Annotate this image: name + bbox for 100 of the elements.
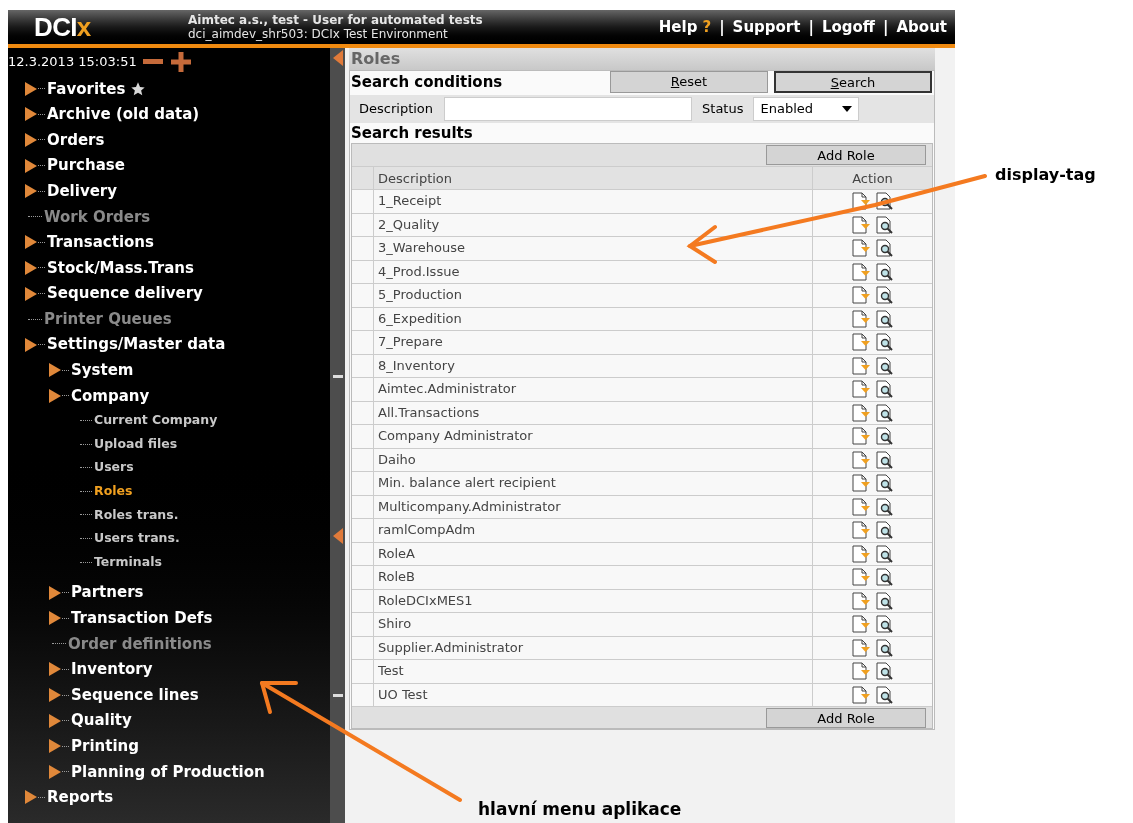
nav-link[interactable]: Support	[732, 15, 801, 39]
view-document-icon[interactable]	[874, 685, 895, 704]
view-document-icon[interactable]	[874, 333, 895, 352]
search-button[interactable]: Search	[774, 71, 932, 93]
minus-icon[interactable]	[142, 58, 163, 66]
edit-document-icon[interactable]	[850, 286, 871, 305]
edit-document-icon[interactable]	[850, 685, 871, 704]
view-document-icon[interactable]	[874, 192, 895, 211]
expand-arrow-icon[interactable]	[24, 789, 38, 806]
expand-arrow-icon[interactable]	[24, 183, 38, 200]
menu-item[interactable]: Partners	[71, 581, 144, 604]
view-document-icon[interactable]	[874, 380, 895, 399]
menu-item[interactable]: Stock/Mass.Trans	[47, 256, 194, 280]
menu-item[interactable]: Company	[71, 384, 150, 408]
view-document-icon[interactable]	[874, 497, 895, 516]
view-document-icon[interactable]	[874, 427, 895, 446]
menu-item[interactable]: Delivery	[47, 179, 118, 203]
menu-item[interactable]: Settings/Master data	[47, 333, 226, 356]
reset-button[interactable]: Reset	[610, 71, 768, 93]
menu-item[interactable]: Reports	[47, 786, 114, 809]
menu-item[interactable]: Users	[94, 458, 134, 478]
expand-arrow-icon[interactable]	[24, 132, 38, 148]
view-document-icon[interactable]	[874, 262, 895, 281]
edit-document-icon[interactable]	[850, 380, 871, 399]
edit-document-icon[interactable]	[850, 333, 871, 352]
menu-item[interactable]: Sequence lines	[71, 683, 199, 707]
expand-arrow-icon[interactable]	[48, 763, 62, 780]
view-document-icon[interactable]	[874, 356, 895, 375]
edit-document-icon[interactable]	[850, 474, 871, 493]
view-document-icon[interactable]	[874, 544, 895, 563]
expand-arrow-icon[interactable]	[48, 584, 62, 601]
menu-item[interactable]: Terminals	[94, 552, 162, 572]
view-document-icon[interactable]	[874, 615, 895, 634]
expand-arrow-icon[interactable]	[48, 738, 62, 755]
menu-item[interactable]: Roles trans.	[94, 505, 179, 525]
expand-arrow-icon[interactable]	[48, 387, 62, 404]
add-role-button[interactable]: Add Role	[766, 145, 926, 165]
menu-item[interactable]: Users trans.	[94, 529, 180, 548]
view-document-icon[interactable]	[874, 239, 895, 258]
edit-document-icon[interactable]	[850, 615, 871, 634]
nav-link[interactable]: Help ?	[658, 15, 712, 39]
expand-arrow-icon[interactable]	[24, 234, 38, 251]
view-document-icon[interactable]	[874, 309, 895, 328]
menu-item[interactable]: Quality	[71, 709, 132, 732]
expand-arrow-icon[interactable]	[24, 336, 38, 353]
expand-arrow-icon[interactable]	[24, 157, 38, 174]
expand-arrow-icon[interactable]	[24, 80, 38, 97]
menu-item[interactable]: Printing	[71, 735, 139, 758]
menu-item[interactable]: Transaction Defs	[71, 607, 213, 630]
plus-icon[interactable]	[170, 52, 191, 72]
edit-document-icon[interactable]	[850, 239, 871, 258]
edit-document-icon[interactable]	[850, 591, 871, 610]
menu-item[interactable]: Transactions	[47, 231, 154, 254]
minus-icon[interactable]	[332, 694, 343, 697]
menu-item[interactable]: Sequence delivery	[47, 282, 203, 305]
edit-document-icon[interactable]	[850, 309, 871, 328]
status-select[interactable]: Enabled	[753, 97, 860, 121]
add-role-button[interactable]: Add Role	[766, 707, 926, 728]
expand-arrow-icon[interactable]	[24, 259, 38, 276]
description-field[interactable]	[444, 97, 693, 121]
menu-item[interactable]: Favorites	[47, 77, 126, 101]
nav-link[interactable]: About	[896, 15, 947, 39]
edit-document-icon[interactable]	[850, 262, 871, 281]
view-document-icon[interactable]	[874, 638, 895, 657]
view-document-icon[interactable]	[874, 215, 895, 234]
view-document-icon[interactable]	[874, 521, 895, 540]
menu-item[interactable]: Inventory	[71, 658, 153, 681]
view-document-icon[interactable]	[874, 450, 895, 469]
edit-document-icon[interactable]	[850, 521, 871, 540]
menu-item[interactable]: Orders	[47, 128, 105, 152]
edit-document-icon[interactable]	[850, 662, 871, 681]
collapse-arrow-icon[interactable]	[332, 528, 343, 544]
menu-item[interactable]: Current Company	[94, 411, 218, 430]
nav-link[interactable]: Logoff	[821, 15, 875, 39]
edit-document-icon[interactable]	[850, 215, 871, 234]
view-document-icon[interactable]	[874, 591, 895, 610]
expand-arrow-icon[interactable]	[48, 687, 62, 704]
view-document-icon[interactable]	[874, 403, 895, 422]
expand-arrow-icon[interactable]	[48, 362, 62, 379]
menu-item[interactable]: System	[71, 359, 134, 382]
edit-document-icon[interactable]	[850, 497, 871, 516]
edit-document-icon[interactable]	[850, 450, 871, 469]
collapse-arrow-icon[interactable]	[332, 50, 343, 66]
view-document-icon[interactable]	[874, 662, 895, 681]
minus-icon[interactable]	[332, 375, 343, 378]
edit-document-icon[interactable]	[850, 544, 871, 563]
expand-arrow-icon[interactable]	[24, 106, 38, 123]
expand-arrow-icon[interactable]	[48, 712, 62, 729]
menu-item[interactable]: Upload files	[94, 434, 178, 454]
expand-arrow-icon[interactable]	[24, 285, 38, 302]
edit-document-icon[interactable]	[850, 638, 871, 657]
edit-document-icon[interactable]	[850, 427, 871, 446]
edit-document-icon[interactable]	[850, 403, 871, 422]
expand-arrow-icon[interactable]	[48, 661, 62, 678]
menu-item[interactable]: Archive (old data)	[47, 103, 200, 126]
edit-document-icon[interactable]	[850, 568, 871, 587]
menu-item[interactable]: Purchase	[47, 154, 125, 177]
view-document-icon[interactable]	[874, 568, 895, 587]
view-document-icon[interactable]	[874, 474, 895, 493]
expand-arrow-icon[interactable]	[48, 610, 62, 627]
